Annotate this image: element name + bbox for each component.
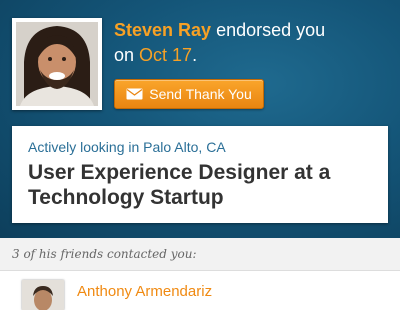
endorsement-panel: Steven Ray endorsed you on Oct 17. Send … <box>0 0 400 238</box>
endorser-photo <box>16 22 98 106</box>
endorsement-date: Oct 17 <box>139 45 193 65</box>
job-status: Actively looking in Palo Alto, CA <box>28 138 372 156</box>
envelope-icon <box>126 88 143 100</box>
send-thank-you-button[interactable]: Send Thank You <box>114 79 264 109</box>
friends-header: 3 of his friends contacted you: <box>0 238 400 271</box>
endorsement-date-prefix: on <box>114 45 140 65</box>
job-card[interactable]: Actively looking in Palo Alto, CA User E… <box>12 126 388 223</box>
friend-list-item[interactable]: Anthony Armendariz <box>0 271 400 310</box>
endorsement-action: endorsed you <box>211 20 326 40</box>
job-location: Palo Alto, CA <box>143 139 226 155</box>
friend-avatar[interactable] <box>22 280 64 310</box>
endorsement-message: Steven Ray endorsed you on Oct 17. <box>114 18 390 68</box>
endorser-name[interactable]: Steven Ray <box>114 20 211 40</box>
send-thank-you-label: Send Thank You <box>149 86 252 102</box>
friend-name[interactable]: Anthony Armendariz <box>77 283 212 300</box>
job-status-prefix: Actively looking in <box>28 139 144 155</box>
friends-header-text: 3 of his friends contacted you: <box>12 247 197 261</box>
endorser-avatar[interactable] <box>12 18 102 110</box>
endorsement-date-suffix: . <box>192 45 198 65</box>
job-title: User Experience Designer at a Technology… <box>28 161 331 209</box>
